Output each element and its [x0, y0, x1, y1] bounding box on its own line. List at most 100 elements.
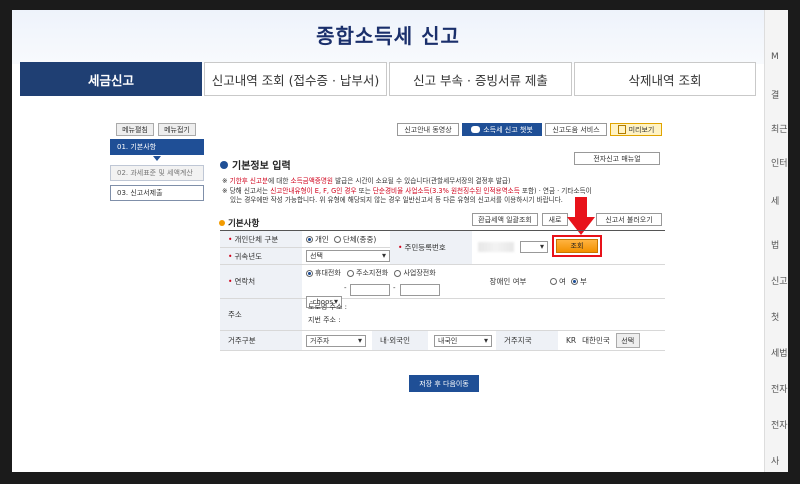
quick-item[interactable]: 최근 [771, 122, 788, 135]
phone-dash: - [393, 284, 396, 292]
step-basic-info[interactable]: 01. 기본사항 [110, 139, 204, 155]
quick-item[interactable]: 세 [771, 194, 779, 207]
country-select-button[interactable]: 선택 [615, 333, 640, 348]
residence-cell: 거주자 [302, 331, 372, 351]
radio-disabled-no[interactable] [570, 278, 578, 285]
residence-label: 거주구분 [220, 331, 302, 351]
new-button[interactable]: 새로 [542, 213, 568, 226]
quick-item[interactable]: 법 [771, 238, 779, 251]
contact-label: • 연락처 [220, 265, 302, 299]
step-arrow-icon [153, 156, 161, 161]
quick-item[interactable]: 첫 [771, 310, 779, 323]
notice-text: 에 대한 [268, 177, 291, 185]
tab-attachments[interactable]: 신고 부속 · 증빙서류 제출 [389, 62, 572, 96]
chatbot-label: 소득세 신고 챗봇 [483, 125, 533, 134]
lot-address: 지번 주소 : [308, 316, 341, 324]
country-cell: KR 대한민국 선택 [558, 331, 665, 351]
radio-disabled-yes[interactable] [550, 278, 557, 285]
load-filing-button[interactable]: 신고서 불러오기 [596, 213, 662, 226]
nation-select[interactable]: 내국인 [434, 334, 492, 347]
notice-text: ※ 당해 신고서는 [222, 187, 271, 195]
chatbot-icon [471, 126, 481, 133]
residence-select[interactable]: 거주자 [306, 334, 366, 347]
notice-text: ※ [222, 177, 230, 185]
year-cell: 선택 [302, 248, 390, 265]
radio-mobile[interactable] [306, 269, 313, 277]
type-radio-group: 개인 단체(종중) [302, 231, 390, 248]
notice-line-1: ※ 기한후 신고분에 대한 소득금액증명원 발급은 시간이 소요될 수 있습니다… [222, 177, 667, 186]
type-label: • 개인단체 구분 [220, 231, 302, 248]
basic-title-text: 기본사항 [228, 219, 260, 229]
radio-office-label: 사업장전화 [403, 269, 436, 277]
quick-item[interactable]: 신고 [771, 274, 788, 287]
country-label: 거주지국 [496, 331, 558, 351]
resident-front-field[interactable] [478, 242, 514, 252]
refund-lookup-button[interactable]: 환급세액 일괄조회 [472, 213, 538, 226]
nation-cell: 내국인 [428, 331, 496, 351]
contact-radio-group: 휴대전화 주소지전화 사업장전화 [306, 268, 436, 278]
year-select[interactable]: 선택 [306, 250, 390, 262]
radio-mobile-label: 휴대전화 [315, 269, 341, 277]
resident-label-text: 주민등록번호 [404, 243, 446, 252]
menu-collapse-button[interactable]: 메뉴접기 [158, 123, 196, 136]
year-label-text: 귀속년도 [234, 251, 263, 261]
notice-red: 소득금액증명원 [290, 177, 333, 185]
section-title: 기본정보 입력 [220, 157, 291, 172]
disabled-label: 장애인 여부 [472, 265, 544, 299]
country-name: 대한민국 [582, 336, 610, 345]
preview-label: 미리보기 [628, 125, 655, 134]
main-tabs: 세금신고 신고내역 조회 (접수증 · 납부서) 신고 부속 · 증빙서류 제출… [20, 62, 756, 96]
section-title-text: 기본정보 입력 [232, 161, 291, 172]
disabled-radio-group: 여 부 [544, 265, 665, 299]
quick-item[interactable]: 사 [771, 454, 779, 467]
lookup-button[interactable]: 조회 [556, 239, 598, 253]
preview-icon [617, 125, 626, 134]
notice-line-2: ※ 당해 신고서는 신고안내유형이 E, F, G인 경우 또는 단순경비율 사… [222, 187, 667, 196]
address-cell [302, 299, 665, 331]
address-label: 주소 [220, 299, 302, 331]
phone-last-input[interactable] [400, 284, 440, 296]
quick-item[interactable]: 인터 [771, 156, 788, 169]
nation-label: 내·외국인 [372, 331, 428, 351]
radio-group[interactable] [333, 235, 341, 243]
quick-item[interactable]: 세법 [771, 346, 788, 359]
quick-item[interactable]: M [771, 52, 779, 62]
radio-person[interactable] [306, 235, 313, 243]
quick-item[interactable]: 전자 [771, 418, 788, 431]
resident-back-field[interactable] [520, 241, 548, 253]
radio-home-label: 주소지전화 [356, 269, 389, 277]
page-title: 종합소득세 신고 [316, 24, 460, 48]
radio-no-label: 부 [579, 277, 587, 286]
notice-text: 발급은 시간이 소요될 수 있습니다(관할세무서장의 결정후 발급) [332, 177, 511, 185]
guide-video-button[interactable]: 신고안내 동영상 [397, 123, 459, 136]
notice-text: 또는 [356, 187, 373, 195]
quick-item[interactable]: 결 [771, 88, 779, 101]
radio-group-label: 단체(종중) [342, 234, 377, 244]
tab-tax-filing[interactable]: 세금신고 [20, 62, 202, 96]
manual-button[interactable]: 전자신고 매뉴얼 [574, 152, 660, 165]
chatbot-button[interactable]: 소득세 신고 챗봇 [462, 123, 542, 136]
radio-person-label: 개인 [315, 234, 329, 244]
radio-office[interactable] [394, 269, 402, 277]
browser-window: 종합소득세 신고 세금신고 신고내역 조회 (접수증 · 납부서) 신고 부속 … [12, 10, 788, 472]
notice-red: 신고안내유형이 E, F, G인 경우 [270, 187, 357, 195]
type-label-text: 개인단체 구분 [234, 234, 279, 244]
step-submit[interactable]: 03. 신고서제출 [110, 185, 204, 201]
notice-red: 기한후 신고분 [229, 177, 269, 185]
radio-home[interactable] [347, 269, 354, 277]
menu-expand-button[interactable]: 메뉴펼침 [116, 123, 154, 136]
notice-text: 포함) · 연금 · 기타소득이 [519, 187, 592, 195]
phone-middle-input[interactable] [350, 284, 390, 296]
quick-item[interactable]: 전자 [771, 382, 788, 395]
step-tax-calc[interactable]: 02. 과세표준 및 세액계산 [110, 165, 204, 181]
basic-bullet-icon [219, 220, 225, 226]
preview-button[interactable]: 미리보기 [610, 123, 662, 136]
save-next-button[interactable]: 저장 후 다음이동 [409, 375, 479, 392]
radio-yes-label: 여 [559, 277, 566, 286]
tab-deleted-history[interactable]: 삭제내역 조회 [574, 62, 756, 96]
tab-filing-history[interactable]: 신고내역 조회 (접수증 · 납부서) [204, 62, 387, 96]
notice-red: 단순경비율 사업소득(3.3% 원천징수된 인적용역소득 [372, 187, 520, 195]
year-label: • 귀속년도 [220, 248, 302, 265]
help-service-button[interactable]: 신고도움 서비스 [545, 123, 607, 136]
section-bullet-icon [220, 160, 228, 169]
